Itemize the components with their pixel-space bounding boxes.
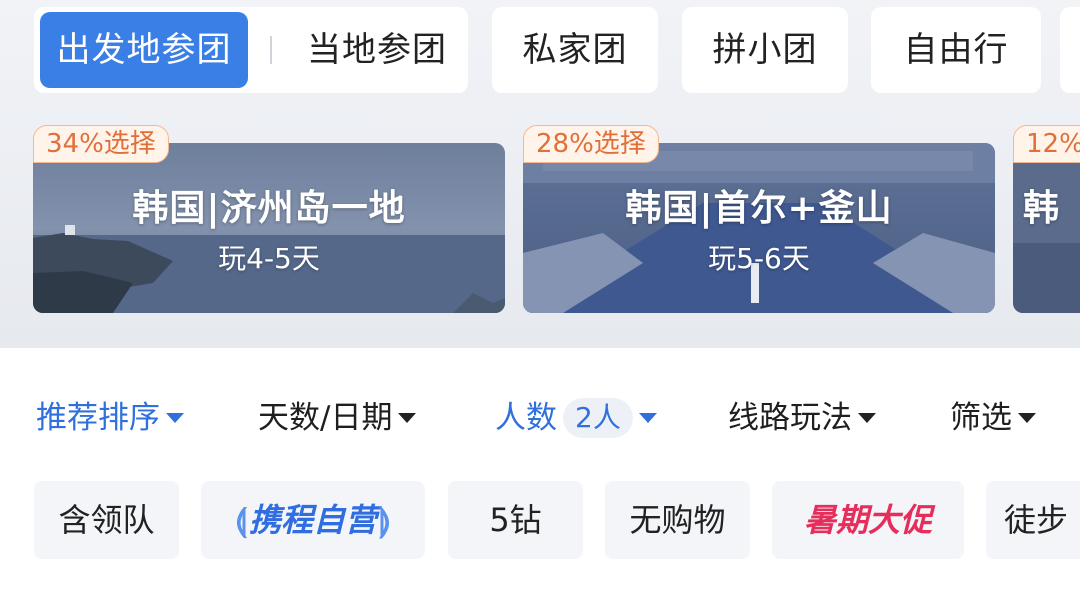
days-date-dropdown[interactable]: 天数/日期: [258, 393, 417, 443]
route-label: 线路玩法: [728, 400, 852, 436]
dropdown-caret-icon: [1018, 412, 1036, 423]
destination-duration: 玩4-5天: [218, 242, 320, 275]
selection-percent-badge: 28%选择: [523, 125, 659, 163]
destination-card-partial[interactable]: 韩: [1013, 143, 1080, 313]
sort-recommended-dropdown[interactable]: 推荐排序: [36, 393, 184, 443]
destination-card-jeju[interactable]: 韩国|济州岛一地 玩4-5天: [33, 143, 505, 313]
chip-with-tour-leader[interactable]: 含领队: [34, 481, 179, 559]
chip-ctrip-self-operated[interactable]: ⟬携程自营⟭: [201, 481, 425, 559]
filter-label: 筛选: [950, 400, 1012, 436]
selection-percent-badge: 12%: [1013, 125, 1080, 163]
destination-title: 韩国|济州岛一地: [132, 188, 406, 229]
chip-summer-promotion[interactable]: 暑期大促: [772, 481, 964, 559]
dropdown-caret-icon: [638, 412, 657, 423]
destination-duration: 玩5-6天: [708, 242, 810, 275]
tab-more-partial[interactable]: [1060, 7, 1080, 93]
tab-small-group[interactable]: 拼小团: [682, 7, 848, 93]
dropdown-caret-icon: [858, 412, 876, 423]
sort-label: 推荐排序: [36, 400, 160, 436]
tab-divider: [270, 36, 272, 64]
days-date-label: 天数/日期: [258, 400, 393, 436]
chip-hiking[interactable]: 徒步: [986, 481, 1080, 559]
destination-title: 韩: [1023, 188, 1061, 229]
destination-title: 韩国|首尔+釜山: [625, 188, 893, 229]
route-style-dropdown[interactable]: 线路玩法: [728, 393, 876, 443]
tab-independent-travel[interactable]: 自由行: [871, 7, 1041, 93]
right-wing-icon: ⟭: [379, 501, 391, 539]
people-label: 人数: [495, 400, 557, 436]
ctrip-self-operated-label: 携程自营: [248, 501, 377, 539]
tab-local-group[interactable]: 当地参团: [282, 12, 472, 88]
people-count-value: 2人: [563, 397, 633, 438]
chip-five-diamond[interactable]: 5钻: [448, 481, 583, 559]
selection-percent-badge: 34%选择: [33, 125, 169, 163]
filter-dropdown[interactable]: 筛选: [950, 393, 1036, 443]
tour-type-tabbar: 出发地参团 当地参团 私家团 拼小团 自由行: [0, 0, 1080, 100]
destination-card-seoul-busan[interactable]: 韩国|首尔+釜山 玩5-6天: [523, 143, 995, 313]
chip-no-shopping[interactable]: 无购物: [605, 481, 750, 559]
dropdown-caret-icon: [398, 412, 417, 423]
left-wing-icon: ⟬: [235, 501, 247, 539]
dropdown-caret-icon: [166, 412, 184, 423]
people-count-dropdown[interactable]: 人数 2人: [495, 393, 657, 443]
tab-departure-group[interactable]: 出发地参团: [40, 12, 248, 88]
tab-private-group[interactable]: 私家团: [492, 7, 658, 93]
